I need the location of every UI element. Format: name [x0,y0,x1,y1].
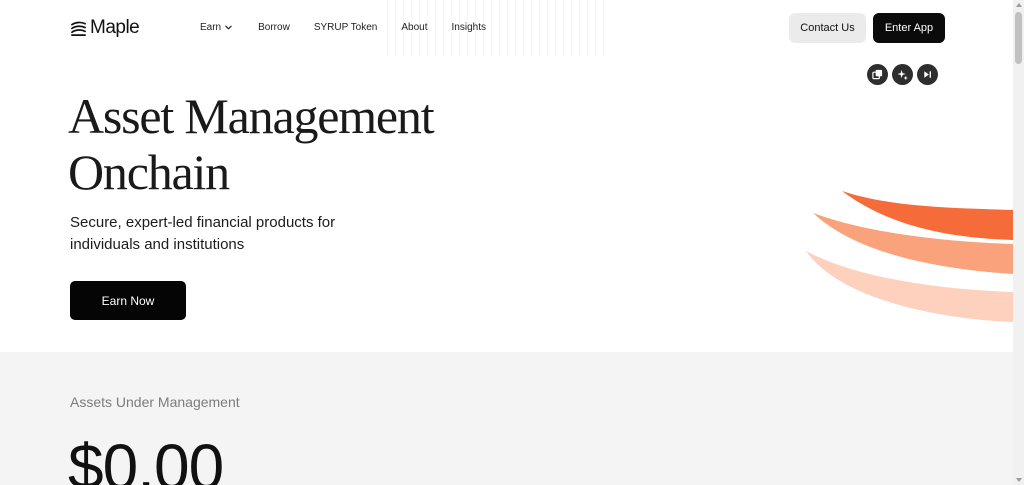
scroll-down-arrow-icon[interactable] [1016,478,1022,482]
hero-title-line-1: Asset Management [68,88,435,144]
skip-tool-button[interactable] [917,64,938,85]
hero-subtitle: Secure, expert-led financial products fo… [70,214,336,253]
chevron-down-icon [225,25,232,30]
page-scrollbar[interactable] [1013,0,1024,485]
skip-icon [924,71,931,78]
maple-logo[interactable]: Maple [70,17,140,39]
main-nav: Earn Borrow SYRUP Token About Insights [200,22,486,33]
aum-value: $0.00 [68,431,224,485]
sparkle-add-icon [897,69,908,80]
logo-text: Maple [90,17,140,38]
aum-section: Assets Under Management $0.00 [0,352,1013,485]
copy-tool-button[interactable] [867,64,888,85]
nav-about[interactable]: About [401,22,427,33]
nav-earn-label: Earn [200,22,222,33]
contact-us-button[interactable]: Contact Us [789,13,866,43]
aum-label: Assets Under Management [70,394,240,410]
site-header: Maple Earn Borrow SYRUP Token About Insi… [0,0,1013,56]
copy-icon [872,69,883,80]
nav-about-label: About [401,22,428,33]
maple-logo-icon [71,21,86,36]
nav-insights-label: Insights [451,22,486,33]
nav-insights[interactable]: Insights [452,22,486,33]
swoosh-graphic [806,191,1013,322]
nav-borrow-label: Borrow [258,22,290,33]
page: Maple Earn Borrow SYRUP Token About Insi… [0,0,1013,485]
nav-syrup-token[interactable]: SYRUP Token [314,22,378,33]
hero-title: Asset Management Onchain [68,88,435,200]
earn-now-button[interactable]: Earn Now [70,281,186,320]
hero-title-line-2: Onchain [68,144,230,200]
nav-borrow[interactable]: Borrow [258,22,290,33]
scroll-up-arrow-icon[interactable] [1016,3,1022,7]
enter-app-button[interactable]: Enter App [873,13,945,43]
nav-syrup-label: SYRUP Token [313,22,378,33]
scroll-thumb[interactable] [1015,12,1022,64]
sparkle-tool-button[interactable] [892,64,913,85]
nav-earn[interactable]: Earn [200,22,232,33]
